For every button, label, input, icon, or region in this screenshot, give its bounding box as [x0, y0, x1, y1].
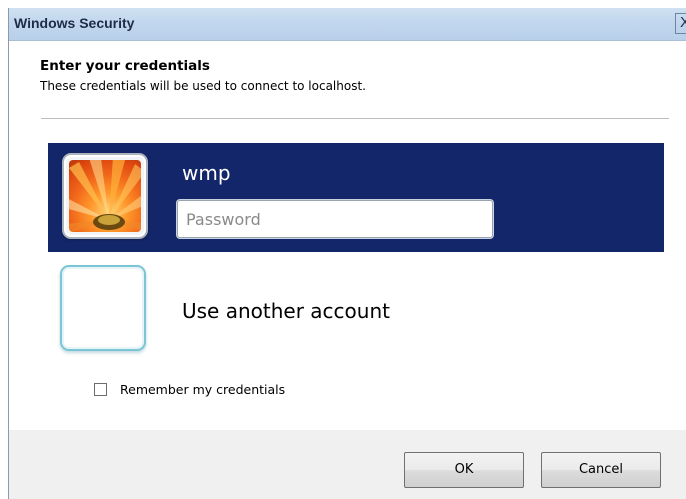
window-title: Windows Security	[14, 15, 135, 31]
user-picture-frame	[62, 153, 148, 239]
blank-user-tile-icon	[60, 265, 146, 351]
remember-label[interactable]: Remember my credentials	[120, 382, 285, 397]
use-another-account-label: Use another account	[182, 299, 390, 323]
account-tile-selected[interactable]: wmp	[48, 143, 664, 252]
close-button[interactable]: X	[675, 13, 686, 34]
dialog-subheading: These credentials will be used to connec…	[40, 79, 366, 93]
account-tile-other[interactable]: Use another account	[48, 260, 664, 360]
orange-flower-icon	[69, 160, 141, 232]
ok-button[interactable]: OK	[404, 452, 524, 488]
cancel-button[interactable]: Cancel	[541, 452, 661, 488]
title-bar[interactable]: Windows Security X	[9, 8, 686, 41]
account-username: wmp	[182, 161, 231, 185]
remember-checkbox[interactable]	[94, 383, 107, 396]
separator	[41, 118, 669, 119]
password-field[interactable]	[177, 200, 493, 238]
dialog-heading: Enter your credentials	[40, 58, 210, 74]
credential-dialog: Windows Security X Enter your credential…	[8, 8, 686, 499]
button-bar: OK Cancel	[9, 430, 686, 499]
